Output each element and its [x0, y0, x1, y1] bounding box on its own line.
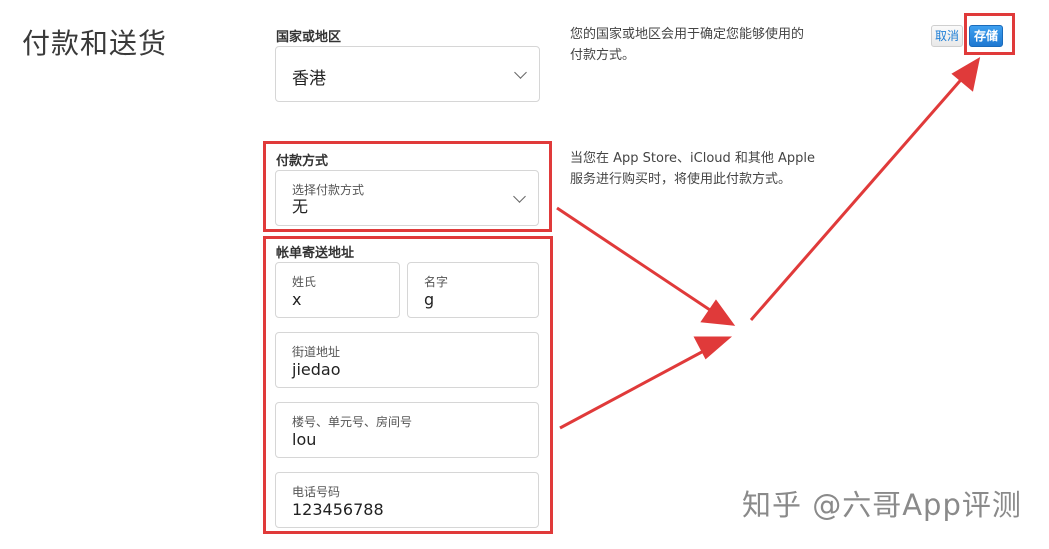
arrow-head	[700, 299, 736, 326]
annotation-arrows	[556, 57, 981, 430]
arrow-line	[556, 206, 717, 316]
arrow-line	[559, 344, 714, 430]
arrow-line	[749, 73, 968, 321]
watermark: 知乎 @六哥App评测	[742, 488, 1022, 522]
